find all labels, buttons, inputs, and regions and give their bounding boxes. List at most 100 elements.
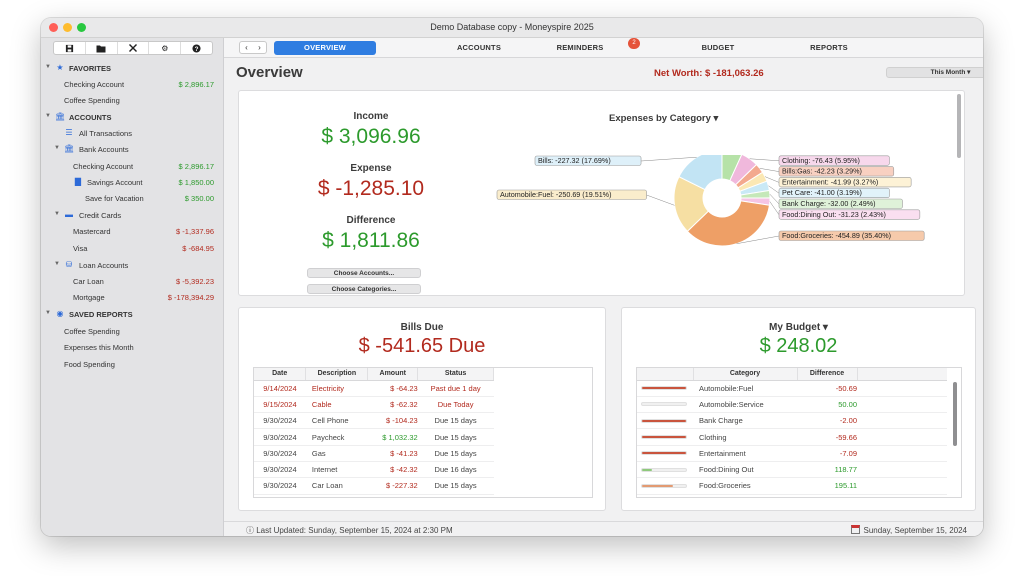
chart-title[interactable]: Expenses by Category ▾ [609, 113, 718, 124]
sidebar-item-report-expenses-month[interactable]: Expenses this Month [41, 340, 224, 354]
table-row[interactable]: 9/14/2024 Electricity $ -64.23 Past due 1 d… [254, 380, 494, 397]
sidebar-section-favorites[interactable]: ▼ ★ FAVORITES [41, 61, 224, 75]
expense-value: $ -1,285.10 [317, 177, 425, 200]
bill-description: Cable [305, 396, 368, 414]
sidebar-group-credit-cards[interactable]: ▼ ▬ Credit Cards [41, 208, 224, 222]
pie-leader-line [769, 194, 780, 205]
column-header[interactable]: Category [693, 368, 798, 381]
table-row[interactable]: 9/30/2024 Gas $ -41.23 Due 15 days [254, 445, 494, 462]
back-button[interactable]: ‹ [240, 42, 253, 53]
sidebar-item-save-for-vacation[interactable]: Save for Vacation $ 350.00 [41, 191, 224, 205]
sidebar-group-loan-accounts[interactable]: ▼ ⛁ Loan Accounts [41, 258, 224, 272]
pie-label-text: Food:Dining Out: -31.23 (2.43%) [782, 210, 886, 219]
pie-label: Bills: -227.32 (17.69%) [534, 155, 642, 166]
section-label: ACCOUNTS [69, 113, 112, 122]
folder-icon[interactable] [86, 42, 118, 54]
pie-label-text: Automobile:Fuel: -250.69 (19.51%) [500, 190, 611, 199]
sidebar-item-favorite-checking[interactable]: Checking Account $ 2,896.17 [41, 77, 224, 91]
tools-icon[interactable] [118, 42, 150, 54]
table-row[interactable]: Automobile:Service 50.00 [637, 396, 947, 414]
bill-status: Due 15 days [417, 445, 494, 462]
table-row[interactable]: 9/30/2024 Paycheck $ 1,032.32 Due 15 days [254, 428, 494, 446]
bill-date: 9/30/2024 [254, 412, 306, 430]
budget-progress-fill [642, 387, 686, 390]
sidebar-item-checking-account[interactable]: Checking Account $ 2,896.17 [41, 159, 224, 173]
sidebar-item-all-transactions[interactable]: ☰ All Transactions [41, 126, 224, 140]
sidebar-item-mastercard[interactable]: Mastercard $ -1,337.96 [41, 224, 224, 238]
scrollbar[interactable] [957, 94, 961, 158]
table-row[interactable]: Bank Charge -2.00 [637, 412, 947, 430]
column-header[interactable]: Date [254, 368, 307, 381]
pie-label: Automobile:Fuel: -250.69 (19.51%) [496, 189, 647, 200]
chevron-down-icon[interactable]: ▼ [54, 261, 60, 267]
budget-progress-bar [641, 483, 687, 488]
sidebar-item-label: Mortgage [73, 293, 105, 302]
table-row[interactable]: Food:Dining Out 118.77 [637, 461, 947, 479]
sidebar-item-label: Coffee Spending [64, 96, 120, 105]
tab-accounts[interactable]: ACCOUNTS [429, 41, 529, 55]
gear-icon[interactable]: ⚙ [149, 42, 182, 54]
table-row[interactable]: 9/15/2024 Cable $ -62.32 Due Today [254, 396, 494, 414]
budget-category: Food:Groceries [693, 477, 797, 495]
column-header[interactable]: Amount [367, 368, 419, 381]
table-row[interactable]: 9/30/2024 Cell Phone $ -104.23 Due 15 days [254, 412, 494, 430]
budget-difference: -50.69 [797, 380, 857, 397]
choose-accounts-button[interactable]: Choose Accounts... [307, 268, 421, 278]
sidebar-item-savings-account[interactable]: ▇ Savings Account $ 1,850.00 [41, 175, 224, 189]
tab-budget[interactable]: BUDGET [668, 41, 768, 55]
sidebar-item-label: Expenses this Month [64, 343, 134, 352]
bill-amount: $ 1,032.32 [367, 428, 418, 446]
pie-label-text: Bills: -227.32 (17.69%) [538, 156, 611, 165]
reminders-badge: 2 [628, 38, 640, 49]
sidebar-item-car-loan[interactable]: Car Loan $ -5,392.23 [41, 274, 224, 288]
table-row[interactable]: Food:Groceries 195.11 [637, 477, 947, 495]
table-row[interactable]: 9/30/2024 Car Loan $ -227.32 Due 15 days [254, 477, 494, 495]
calendar-icon[interactable] [850, 525, 860, 534]
bill-date: 9/14/2024 [254, 380, 306, 397]
table-row[interactable]: Entertainment -7.09 [637, 445, 947, 462]
credit-card-icon: ▬ [65, 210, 73, 219]
column-header[interactable]: Status [417, 368, 494, 381]
period-select[interactable]: This Month ▾ [886, 67, 983, 78]
budget-progress-bar [641, 467, 687, 472]
chevron-down-icon[interactable]: ▼ [45, 310, 51, 316]
budget-progress-fill [642, 436, 686, 439]
tab-reports[interactable]: REPORTS [779, 41, 879, 55]
save-icon[interactable] [54, 42, 86, 54]
column-header[interactable]: Difference [797, 368, 858, 381]
sidebar-section-saved-reports[interactable]: ▼ ◉ SAVED REPORTS [41, 307, 224, 321]
budget-progress [637, 477, 693, 495]
last-updated: ⓘ Last Updated: Sunday, September 15, 20… [246, 526, 453, 535]
chevron-down-icon[interactable]: ▼ [54, 145, 60, 151]
sidebar-item-report-coffee[interactable]: Coffee Spending [41, 324, 224, 338]
sidebar-item-visa[interactable]: Visa $ -684.95 [41, 241, 224, 255]
chevron-down-icon[interactable]: ▼ [45, 64, 51, 70]
table-row[interactable]: 9/30/2024 Internet $ -42.32 Due 16 days [254, 461, 494, 479]
help-icon[interactable]: ? [181, 42, 212, 54]
chevron-down-icon[interactable]: ▼ [45, 113, 51, 119]
tab-reminders[interactable]: REMINDERS [530, 41, 630, 55]
chevron-down-icon[interactable]: ▼ [54, 211, 60, 217]
column-header[interactable]: Description [305, 368, 369, 381]
sidebar-item-report-food[interactable]: Food Spending [41, 357, 224, 371]
sidebar-item-favorite-coffee[interactable]: Coffee Spending [41, 93, 224, 107]
sidebar-section-accounts[interactable]: ▼ 🏛 ACCOUNTS [41, 110, 224, 124]
app-window: Demo Database copy - Moneyspire 2025 ⚙ ?… [41, 18, 983, 536]
choose-categories-button[interactable]: Choose Categories... [307, 284, 421, 294]
sidebar-item-amount: $ 2,896.17 [178, 162, 214, 171]
budget-difference: 195.11 [797, 477, 857, 495]
sidebar-item-label: Visa [73, 244, 88, 253]
tab-overview[interactable]: OVERVIEW [274, 41, 376, 55]
pie-leader-line [641, 156, 697, 162]
table-row[interactable]: Clothing -59.66 [637, 428, 947, 446]
sidebar-item-mortgage[interactable]: Mortgage $ -178,394.29 [41, 290, 224, 304]
budget-progress-bar [641, 418, 687, 423]
page-title: Overview [236, 64, 303, 81]
sidebar-group-bank-accounts[interactable]: ▼ 🏛 Bank Accounts [41, 142, 224, 156]
budget-panel: My Budget ▾ $ 248.02 Category Difference… [621, 307, 976, 511]
table-row[interactable]: Automobile:Fuel -50.69 [637, 380, 947, 397]
scrollbar[interactable] [953, 382, 957, 446]
budget-title[interactable]: My Budget ▾ [622, 322, 975, 333]
pie-label: Entertainment: -41.99 (3.27%) [778, 177, 912, 188]
forward-button[interactable]: › [253, 42, 266, 53]
